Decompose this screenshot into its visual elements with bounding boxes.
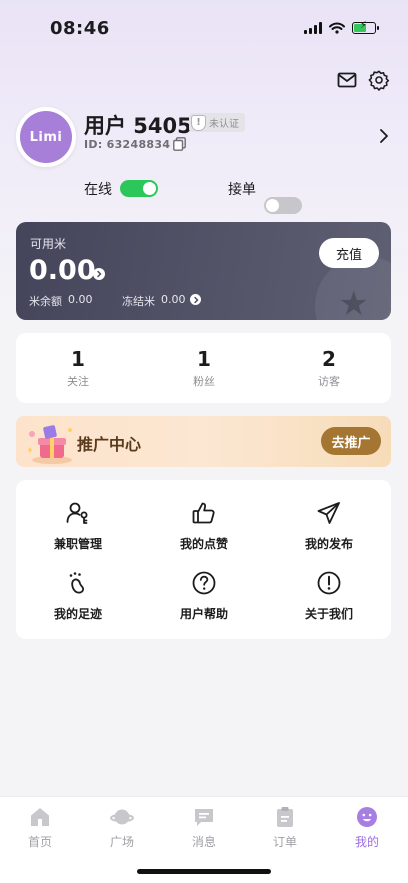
chevron-right-circle-icon[interactable]	[93, 268, 105, 280]
tab-home[interactable]: 首页	[10, 805, 70, 850]
tab-label: 首页	[27, 835, 52, 849]
profile-face-icon	[357, 807, 377, 827]
frozen-chevron-icon[interactable]	[190, 294, 201, 305]
frozen-value: 0.00	[161, 293, 186, 306]
menu-grid: 兼职管理 我的点赞 我的发布 我的足迹 用户帮助 关于我们	[16, 480, 391, 639]
menu-item-my-posts[interactable]: 我的发布	[274, 500, 384, 552]
menu-item-user-help[interactable]: 用户帮助	[149, 570, 259, 622]
username: 用户 5405	[84, 114, 192, 138]
user-key-icon	[66, 502, 88, 524]
balance-value: 0.00	[68, 293, 93, 306]
send-icon	[317, 502, 340, 524]
menu-item-part-time[interactable]: 兼职管理	[23, 500, 133, 552]
battery-icon: ⚡	[352, 20, 379, 34]
stats-card: 1 关注 1 粉丝 2 访客	[16, 333, 391, 403]
tab-label: 订单	[272, 835, 297, 849]
thumbs-up-icon	[192, 502, 215, 524]
planet-icon	[110, 809, 134, 825]
wallet-card[interactable]: ★ 可用米 0.00 米余额 0.00 冻结米 0.00 充值	[16, 222, 391, 320]
message-icon	[195, 809, 213, 826]
frozen-label: 冻结米	[122, 295, 155, 308]
tab-label: 消息	[191, 835, 216, 849]
stat-followers[interactable]: 1 粉丝	[159, 347, 249, 389]
stat-value: 1	[197, 347, 211, 371]
menu-item-label: 关于我们	[304, 607, 353, 621]
status-time: 08:46	[50, 18, 110, 39]
stat-label: 关注	[67, 375, 89, 388]
gear-icon[interactable]	[368, 69, 390, 91]
accept-orders-toggle-label: 接单	[228, 182, 256, 198]
help-icon	[192, 571, 216, 595]
copy-icon[interactable]	[173, 137, 186, 151]
promotion-title: 推广中心	[77, 435, 142, 454]
menu-item-label: 用户帮助	[179, 607, 228, 621]
balance-label: 米余额	[29, 295, 62, 308]
menu-item-label: 我的点赞	[179, 537, 228, 551]
stat-value: 2	[322, 347, 336, 371]
menu-item-label: 我的足迹	[53, 607, 102, 621]
verify-status-label: 未认证	[209, 119, 239, 130]
user-id: ID: 63248834	[84, 138, 171, 151]
verify-badge[interactable]: ! 未认证	[189, 113, 245, 132]
menu-item-about-us[interactable]: 关于我们	[274, 570, 384, 622]
menu-item-my-footprints[interactable]: 我的足迹	[23, 570, 133, 622]
home-indicator	[137, 869, 271, 874]
menu-item-label: 我的发布	[304, 537, 353, 551]
menu-item-my-likes[interactable]: 我的点赞	[149, 500, 259, 552]
gift-box-icon	[28, 425, 72, 464]
stat-visitors[interactable]: 2 访客	[284, 347, 374, 389]
wallet-label: 可用米	[30, 237, 67, 251]
status-icons: ⚡	[304, 20, 379, 34]
online-toggle-label: 在线	[84, 182, 112, 198]
accept-orders-toggle[interactable]	[264, 197, 302, 214]
recharge-button[interactable]: 充值	[319, 238, 379, 268]
stat-label: 粉丝	[193, 375, 215, 388]
stat-following[interactable]: 1 关注	[33, 347, 123, 389]
shield-icon: !	[191, 114, 206, 131]
tab-label: 我的	[354, 835, 379, 849]
avatar-logo: Limi	[20, 111, 72, 163]
promote-button[interactable]: 去推广	[321, 427, 381, 455]
chevron-right-icon[interactable]	[378, 128, 390, 144]
avatar[interactable]: Limi	[16, 107, 76, 167]
tab-orders[interactable]: 订单	[255, 805, 315, 850]
stat-label: 访客	[318, 375, 340, 388]
menu-item-label: 兼职管理	[53, 537, 102, 551]
home-icon	[31, 808, 49, 826]
footprint-icon	[69, 572, 85, 594]
mail-icon[interactable]	[337, 72, 357, 88]
clipboard-icon	[277, 807, 293, 827]
star-icon: ★	[338, 284, 369, 320]
tab-label: 广场	[109, 835, 134, 849]
wallet-amount: 0.00	[29, 255, 96, 286]
promotion-banner[interactable]: 推广中心 去推广	[16, 416, 391, 467]
tab-square[interactable]: 广场	[92, 805, 152, 850]
stat-value: 1	[71, 347, 85, 371]
signal-icon	[304, 22, 322, 34]
tab-mine[interactable]: 我的	[337, 805, 397, 850]
wifi-icon	[329, 22, 345, 34]
online-toggle[interactable]	[120, 180, 158, 197]
info-icon	[317, 571, 341, 595]
tab-messages[interactable]: 消息	[174, 805, 234, 850]
